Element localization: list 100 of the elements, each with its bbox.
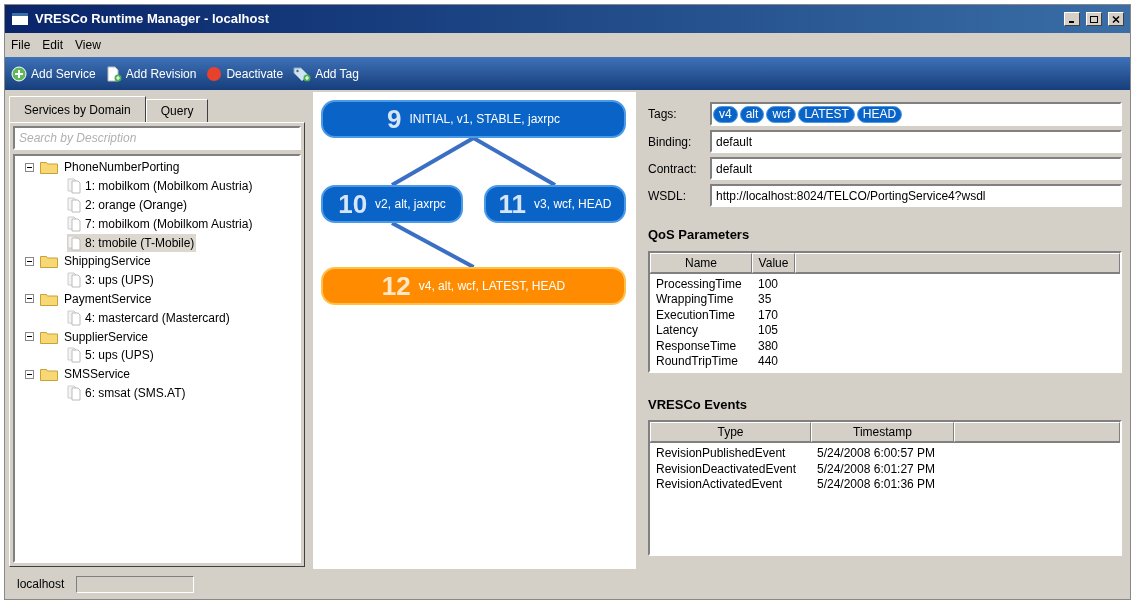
pages-icon <box>67 384 83 401</box>
table-cell-text: RoundTripTime <box>655 354 739 370</box>
column-header[interactable]: Name <box>650 252 752 273</box>
section-heading: VRESCo Events <box>648 395 748 414</box>
tree-item[interactable]: 7: mobilkom (Mobilkom Austria) <box>67 214 255 233</box>
pages-icon <box>67 178 83 195</box>
tag-pill: HEAD <box>856 105 903 123</box>
table-cell-text: 440 <box>757 354 780 370</box>
menu-item[interactable]: Edit <box>42 36 64 54</box>
revision-number: 9 <box>387 106 402 132</box>
table-cell-text: RevisionPublishedEvent <box>655 446 787 462</box>
revision-tags: v4, alt, wcf, LATEST, HEAD <box>418 277 566 295</box>
tree-item[interactable]: ShippingService <box>64 252 151 271</box>
table-cell-text: RevisionActivatedEvent <box>655 477 784 493</box>
tab[interactable]: Services by Domain <box>9 96 146 122</box>
table-cell-text: 380 <box>757 338 780 354</box>
page-plus-icon <box>105 65 122 82</box>
revision-tags: v2, alt, jaxrpc <box>375 195 446 213</box>
tree-item[interactable]: 2: orange (Orange) <box>67 196 190 214</box>
revision-node[interactable]: 11 v3, wcf, HEAD <box>484 185 626 223</box>
window-icon <box>11 12 29 26</box>
maximize-button[interactable] <box>1086 12 1102 26</box>
folder-icon <box>40 329 58 344</box>
text-field[interactable]: default <box>710 157 1122 180</box>
tree-item[interactable]: 3: ups (UPS) <box>67 271 156 290</box>
revision-number: 10 <box>338 191 368 217</box>
menu-item[interactable]: View <box>75 36 101 54</box>
revision-node[interactable]: 9 INITIAL, v1, STABLE, jaxrpc <box>321 100 626 138</box>
tree-item[interactable]: 5: ups (UPS) <box>67 346 156 365</box>
tag-pill: wcf <box>766 105 797 123</box>
pages-icon <box>67 309 83 326</box>
pages-icon <box>67 234 83 251</box>
table-cell-text: 5/24/2008 6:00:57 PM <box>816 446 937 462</box>
folder-icon <box>40 160 58 175</box>
text-field[interactable]: default <box>710 130 1122 153</box>
tree-item[interactable]: 4: mastercard (Mastercard) <box>67 308 232 327</box>
field-label: Contract: <box>648 160 698 178</box>
tree-item[interactable]: 1: mobilkom (Mobilkom Austria) <box>67 177 255 196</box>
revision-tags: INITIAL, v1, STABLE, jaxrpc <box>409 110 560 128</box>
column-header[interactable]: Type <box>650 422 811 442</box>
table-cell-text: 170 <box>757 307 780 323</box>
collapse-icon[interactable] <box>25 294 34 304</box>
collapse-icon[interactable] <box>25 256 34 266</box>
minimize-button[interactable] <box>1064 12 1080 26</box>
collapse-icon[interactable] <box>25 332 34 342</box>
folder-icon <box>40 291 58 306</box>
folder-icon <box>40 367 58 382</box>
folder-icon <box>40 254 58 269</box>
tag-plus-icon <box>293 65 312 82</box>
field-label: WSDL: <box>648 187 687 205</box>
collapse-icon[interactable] <box>25 162 34 172</box>
toolbar-button[interactable]: Add Tag <box>293 64 359 83</box>
stop-icon <box>206 65 223 82</box>
collapse-icon[interactable] <box>25 369 34 379</box>
pages-icon <box>67 272 83 289</box>
table-cell-text: 105 <box>757 323 780 339</box>
tree-item[interactable]: SMSService <box>64 365 131 384</box>
tree-item[interactable]: 8: tmobile (T-Mobile) <box>67 233 197 252</box>
tag-pill: LATEST <box>798 105 855 123</box>
toolbar-button[interactable]: Add Service <box>11 64 96 83</box>
revision-number: 11 <box>498 191 527 217</box>
pages-icon <box>67 347 83 364</box>
table-cell-text: RevisionDeactivatedEvent <box>655 461 798 477</box>
table-cell-text: 100 <box>757 276 780 292</box>
pages-icon <box>67 197 83 213</box>
tree-item[interactable]: PhoneNumberPorting <box>64 158 180 177</box>
close-icon <box>1112 15 1120 23</box>
window-title: VRESCo Runtime Manager - localhost <box>35 10 271 29</box>
revision-number: 12 <box>381 273 411 299</box>
toolbar-button[interactable]: Add Revision <box>105 64 197 83</box>
close-button[interactable] <box>1108 12 1124 26</box>
plus-circle-icon <box>11 65 27 82</box>
table-cell-text: WrappingTime <box>655 292 735 308</box>
tab[interactable]: Query <box>145 99 209 122</box>
revision-node[interactable]: 10 v2, alt, jaxrpc <box>321 185 463 223</box>
table-cell-text: 5/24/2008 6:01:36 PM <box>816 477 937 493</box>
revision-tags: v3, wcf, HEAD <box>534 195 612 213</box>
pages-icon <box>67 215 83 232</box>
table-cell-text: ResponseTime <box>655 338 738 354</box>
tags-field[interactable]: v4 alt wcf LATEST HEAD <box>710 102 1122 126</box>
tag-pill: alt <box>739 105 765 123</box>
field-label: Tags: <box>648 106 678 123</box>
table-cell-text: 5/24/2008 6:01:27 PM <box>816 461 937 477</box>
toolbar-button[interactable]: Deactivate <box>206 64 284 83</box>
maximize-icon <box>1090 15 1098 23</box>
menu-item[interactable]: File <box>11 36 31 54</box>
tag-pill: v4 <box>713 105 738 123</box>
table-cell-text: ExecutionTime <box>655 307 736 323</box>
table-cell-text: 35 <box>757 292 773 308</box>
tree-item[interactable]: SupplierService <box>64 327 149 346</box>
field-label: Binding: <box>648 133 693 151</box>
section-heading: QoS Parameters <box>648 226 751 244</box>
tree-item[interactable]: PaymentService <box>64 289 152 308</box>
text-field[interactable]: http://localhost:8024/TELCO/PortingService4?wsdl <box>710 184 1122 207</box>
table-cell-text: Latency <box>655 323 700 339</box>
tree-item[interactable]: 6: smsat (SMS.AT) <box>67 383 188 402</box>
search-field[interactable]: Search by Description <box>13 126 301 150</box>
status-text: localhost <box>17 576 65 593</box>
column-header[interactable]: Timestamp <box>811 422 954 442</box>
column-header[interactable]: Value <box>752 252 795 273</box>
